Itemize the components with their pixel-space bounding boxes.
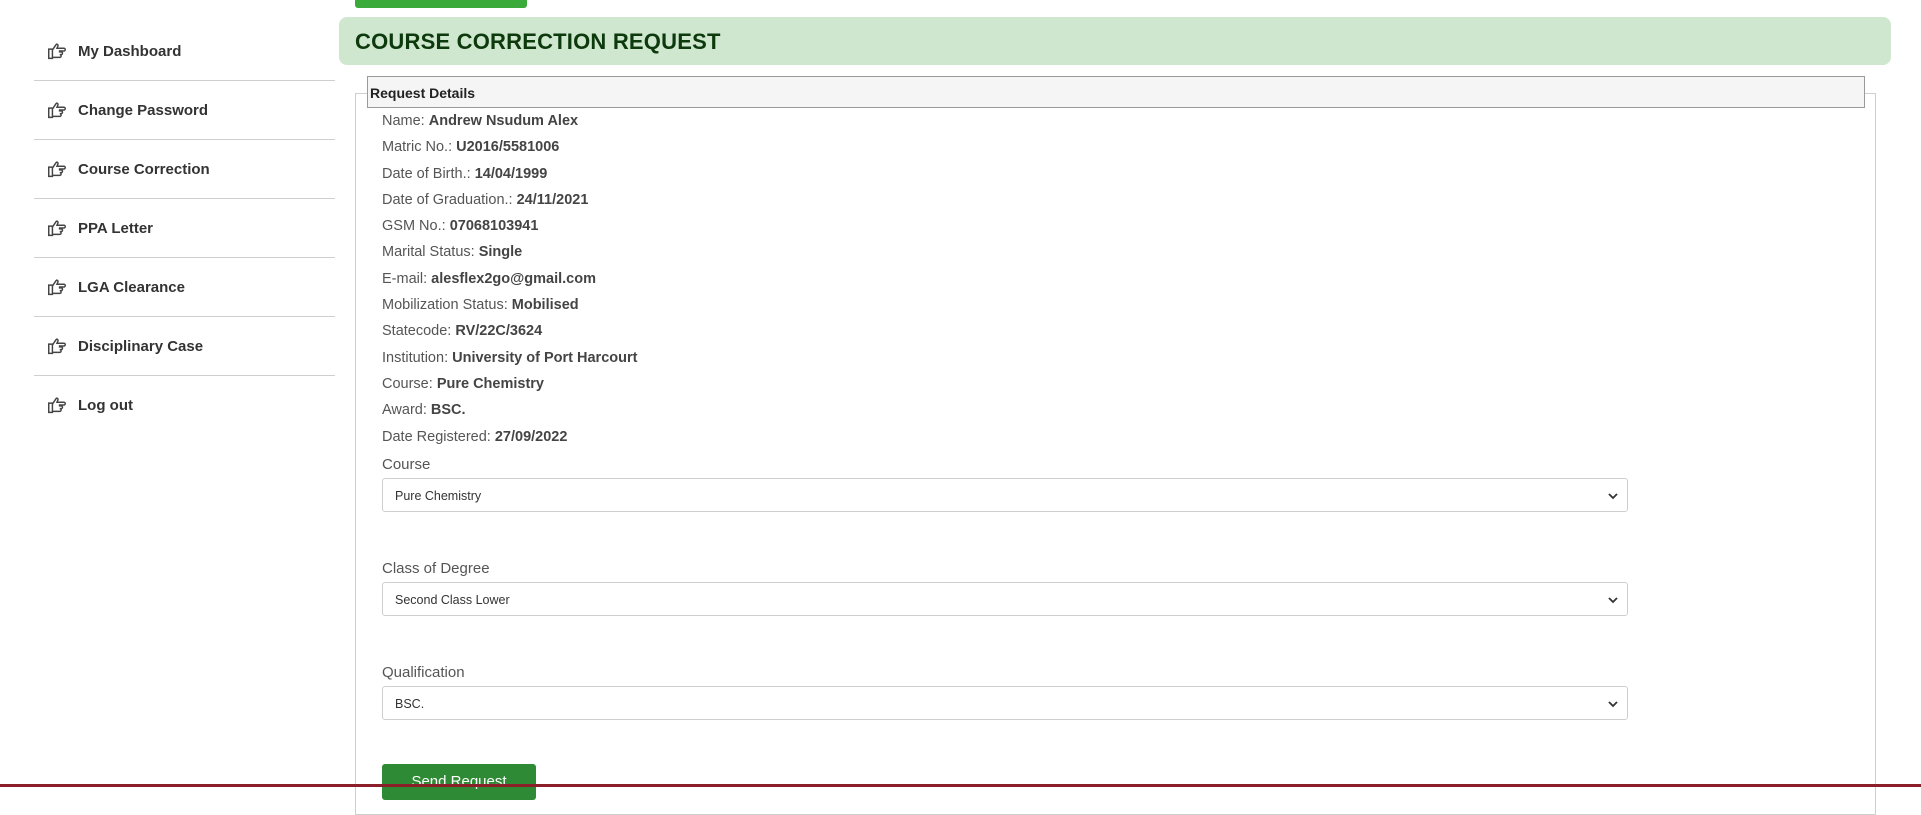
detail-value: Andrew Nsudum Alex [428,113,579,129]
detail-label: Marital Status: [382,244,475,261]
details-list: Name: Andrew Nsudum Alex Matric No.: U20… [382,113,637,455]
detail-value: Single [478,244,523,261]
detail-value: 27/09/2022 [494,428,568,445]
sidebar-item-label: My Dashboard [78,42,182,60]
qualification-field-label: Qualification [382,664,465,681]
hand-pointing-right-icon [48,161,66,178]
qualification-select[interactable]: BSC. [382,686,1628,720]
sidebar-item-log-out[interactable]: Log out [34,376,335,434]
hand-pointing-right-icon [48,43,66,60]
sidebar: My Dashboard Change Password Course Corr… [34,22,335,434]
detail-label: GSM No.: [382,218,446,235]
detail-value: U2016/5581006 [456,139,560,156]
top-action-button[interactable] [355,0,527,8]
detail-label: E-mail: [382,270,428,287]
chevron-down-icon [1608,701,1618,708]
section-title: Request Details [370,85,476,101]
sidebar-item-label: PPA Letter [78,219,154,237]
hand-pointing-right-icon [48,338,66,355]
detail-label: Award: [382,402,427,419]
detail-value: alesflex2go@gmail.com [431,270,596,287]
detail-row-date-registered: Date Registered: 27/09/2022 [382,429,637,455]
course-field-label: Course [382,456,431,473]
detail-row-date-of-graduation: Date of Graduation.: 24/11/2021 [382,192,637,218]
detail-value: Mobilised [511,297,579,314]
detail-value: 24/11/2021 [516,191,589,208]
detail-row-marital-status: Marital Status: Single [382,244,637,270]
hand-pointing-right-icon [48,279,66,296]
detail-label: Date of Birth.: [382,165,471,182]
detail-value: 14/04/1999 [474,165,548,182]
hand-pointing-right-icon [48,220,66,237]
detail-row-name: Name: Andrew Nsudum Alex [382,113,637,139]
detail-row-gsm-no: GSM No.: 07068103941 [382,218,637,244]
sidebar-item-change-password[interactable]: Change Password [34,81,335,140]
detail-label: Name: [382,113,425,129]
detail-row-date-of-birth: Date of Birth.: 14/04/1999 [382,166,637,192]
section-header: Request Details [367,76,1865,108]
sidebar-item-disciplinary-case[interactable]: Disciplinary Case [34,317,335,376]
hand-pointing-right-icon [48,102,66,119]
detail-value: 07068103941 [449,218,539,235]
detail-row-course: Course: Pure Chemistry [382,376,637,402]
qualification-select-value: BSC. [395,697,425,711]
sidebar-item-label: Log out [78,396,133,414]
class-of-degree-select-value: Second Class Lower [395,593,510,607]
detail-label: Institution: [382,349,449,366]
sidebar-item-label: Disciplinary Case [78,337,204,355]
detail-value: Pure Chemistry [436,375,544,392]
detail-row-matric-no: Matric No.: U2016/5581006 [382,139,637,165]
detail-value: BSC. [430,402,466,419]
sidebar-item-course-correction[interactable]: Course Correction [34,140,335,199]
detail-row-mobilization-status: Mobilization Status: Mobilised [382,297,637,323]
detail-label: Mobilization Status: [382,297,508,314]
detail-value: RV/22C/3624 [455,323,543,340]
detail-label: Course: [382,375,433,392]
detail-row-award: Award: BSC. [382,402,637,428]
sidebar-item-lga-clearance[interactable]: LGA Clearance [34,258,335,317]
detail-row-email: E-mail: alesflex2go@gmail.com [382,271,637,297]
sidebar-item-label: Change Password [78,101,209,119]
detail-label: Date Registered: [382,428,491,445]
class-of-degree-field-label: Class of Degree [382,560,490,577]
class-of-degree-select[interactable]: Second Class Lower [382,582,1628,616]
chevron-down-icon [1608,493,1618,500]
sidebar-item-ppa-letter[interactable]: PPA Letter [34,199,335,258]
chevron-down-icon [1608,597,1618,604]
sidebar-item-my-dashboard[interactable]: My Dashboard [34,22,335,81]
detail-label: Statecode: [382,323,452,340]
sidebar-item-label: Course Correction [78,160,210,178]
detail-value: University of Port Harcourt [452,349,638,366]
send-request-button[interactable]: Send Request [382,764,536,800]
page-title-bar: COURSE CORRECTION REQUEST [339,17,1891,65]
detail-label: Matric No.: [382,139,453,156]
sidebar-item-label: LGA Clearance [78,278,185,296]
course-select-value: Pure Chemistry [395,489,482,503]
detail-row-statecode: Statecode: RV/22C/3624 [382,323,637,349]
hand-pointing-right-icon [48,397,66,414]
detail-label: Date of Graduation.: [382,191,513,208]
course-select[interactable]: Pure Chemistry [382,478,1628,512]
page-title: COURSE CORRECTION REQUEST [355,29,721,54]
detail-row-institution: Institution: University of Port Harcourt [382,350,637,376]
